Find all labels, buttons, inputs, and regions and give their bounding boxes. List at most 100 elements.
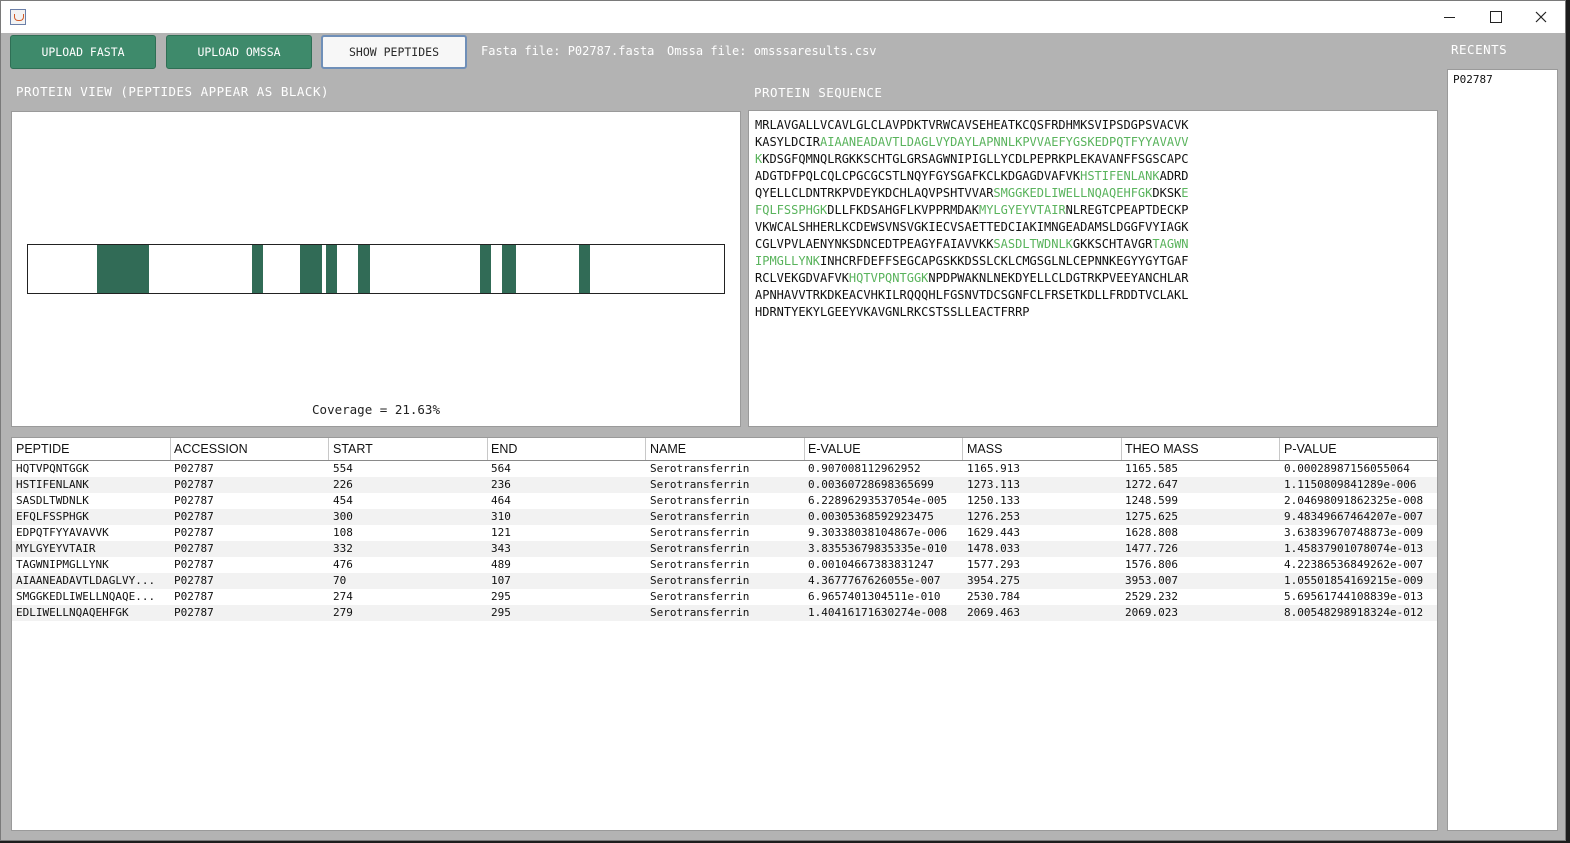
table-cell: P02787 [174,606,214,619]
sequence-fragment: MRLAVGALLVCAVLGLCLAVPDKTVRWCAVSEHEATKCQS… [755,118,1189,132]
table-row[interactable]: MYLGYEYVTAIR P02787 332 343 Serotransferrin 3… [12,541,1437,557]
sequence-fragment: ADGTDFPQLCQLCPGCGCSTLNQYFGYSGAFKCLKDGAGD… [755,169,1081,183]
table-cell: Serotransferrin [650,542,750,555]
table-cell: 2069.463 [967,606,1020,619]
table-cell: 1250.133 [967,494,1020,507]
table-cell: 2.04698091862325e-008 [1284,494,1424,507]
table-cell: 1272.647 [1125,478,1178,491]
table-cell: TAGWNIPMGLLYNK [16,558,109,571]
table-row[interactable]: AIAANEADAVTLDAGLVY... P02787 70 107 Serotran… [12,573,1437,589]
table-cell: 1576.806 [1125,558,1178,571]
sequence-fragment: NLREGTCPEAPTDECKP [1065,203,1189,217]
table-row[interactable]: SASDLTWDNLK P02787 454 464 Serotransferrin 6.… [12,493,1437,509]
minimize-button[interactable] [1426,1,1472,33]
table-cell: 1165.585 [1125,462,1178,475]
table-row[interactable]: EDLIWELLNQAQEHFGK P02787 279 295 Serotransfe… [12,605,1437,621]
show-peptides-button[interactable]: SHOW PEPTIDES [321,35,467,69]
coverage-segment [358,245,370,293]
coverage-label: Coverage = 21.63% [312,402,440,417]
table-cell: 464 [491,494,511,507]
close-button[interactable] [1518,1,1564,33]
table-cell: Serotransferrin [650,606,750,619]
upload-omssa-button[interactable]: UPLOAD OMSSA [166,35,312,69]
maximize-button[interactable] [1473,1,1519,33]
table-cell: 295 [491,590,511,603]
table-row[interactable]: HQTVPQNTGGK P02787 554 564 Serotransferrin 0.… [12,461,1437,477]
table-cell: Serotransferrin [650,478,750,491]
coverage-segment [305,245,323,293]
table-cell: 310 [491,510,511,523]
table-row[interactable]: SMGGKEDLIWELLNQAQE... P02787 274 295 Serotra… [12,589,1437,605]
column-header-e-value[interactable]: E-VALUE [804,438,963,460]
table-cell: P02787 [174,494,214,507]
protein-sequence-panel[interactable]: MRLAVGALLVCAVLGLCLAVPDKTVRWCAVSEHEATKCQS… [748,110,1438,427]
table-cell: EDPQTFYYAVAVVK [16,526,109,539]
table-cell: SMGGKEDLIWELLNQAQE... [16,590,156,603]
table-cell: 1273.113 [967,478,1020,491]
table-cell: 554 [333,462,353,475]
table-cell: P02787 [174,478,214,491]
protein-view-panel: Coverage = 21.63% [11,111,741,427]
peptide-table[interactable]: PEPTIDE ACCESSION START END NAME E-VALUE MASS T… [11,437,1439,831]
table-cell: 236 [491,478,511,491]
recent-item[interactable]: P02787 [1453,73,1493,86]
omssa-file-label: Omssa file: omsssaresults.csv [667,44,877,58]
peptide-fragment: SASDLTWDNLK [993,237,1073,251]
table-cell: 476 [333,558,353,571]
table-cell: 2530.784 [967,590,1020,603]
column-header-name[interactable]: NAME [646,438,805,460]
table-cell: 5.69561744108839e-013 [1284,590,1424,603]
coverage-segment [501,245,516,293]
table-row[interactable]: TAGWNIPMGLLYNK P02787 476 489 Serotransferri… [12,557,1437,573]
column-header-mass[interactable]: MASS [963,438,1122,460]
column-header-theo-mass[interactable]: THEO MASS [1121,438,1280,460]
table-cell: 0.00305368592923475 [808,510,934,523]
fasta-file-label: Fasta file: P02787.fasta [481,44,655,58]
table-cell: 489 [491,558,511,571]
table-cell: 0.907008112962952 [808,462,921,475]
table-cell: 279 [333,606,353,619]
table-cell: Serotransferrin [650,510,750,523]
table-cell: 2529.232 [1125,590,1178,603]
column-header-accession[interactable]: ACCESSION [170,438,329,460]
column-header-start[interactable]: START [329,438,488,460]
peptide-fragment: FQLFSSPHGK [755,203,828,217]
column-header-end[interactable]: END [487,438,646,460]
column-header-peptide[interactable]: PEPTIDE [12,438,171,460]
table-row[interactable]: HSTIFENLANK P02787 226 236 Serotransferrin 0.… [12,477,1437,493]
table-cell: 1.1150809841289e-006 [1284,478,1417,491]
table-row[interactable]: EFQLFSSPHGK P02787 300 310 Serotransferrin 0.… [12,509,1437,525]
column-header-p-value[interactable]: P-VALUE [1280,438,1439,460]
upload-fasta-button[interactable]: UPLOAD FASTA [10,35,156,69]
table-cell: P02787 [174,510,214,523]
sequence-fragment: KDSGFQMNQLRGKKSCHTGLGRSAGWNIPIGLLYCDLPEP… [762,152,1189,166]
recents-panel[interactable]: P02787 [1447,69,1558,831]
sequence-fragment: HDRNTYEKYLGEEYVKAVGNLRKCSTSSLLEACTFRRP [755,305,1030,319]
sequence-fragment: DLLFKDSAHGFLKVPPRMDAK [827,203,979,217]
coverage-segment [96,245,135,293]
table-cell: 4.3677767626055e-007 [808,574,941,587]
table-cell: 108 [333,526,353,539]
table-cell: 0.00360728698365699 [808,478,934,491]
sequence-fragment: KASYLDCIR [755,135,821,149]
maximize-icon [1490,11,1502,23]
table-cell: 3.83553679835335e-010 [808,542,948,555]
table-cell: 1248.599 [1125,494,1178,507]
coverage-bar [27,244,725,294]
recents-title: RECENTS [1451,42,1508,57]
table-cell: 0.00028987156055064 [1284,462,1410,475]
close-icon [1535,11,1547,23]
peptide-fragment: MYLGYEYVTAIR [978,203,1066,217]
table-cell: 1577.293 [967,558,1020,571]
coverage-segment [479,245,491,293]
peptide-fragment: HQTVPQNTGGK [848,271,929,285]
java-app-icon [10,9,26,25]
peptide-fragment: AIAANEADAVTLDAGLVYDAYLAPNNLKPVVAEFYGSKED… [820,135,1189,149]
table-cell: MYLGYEYVTAIR [16,542,96,555]
sequence-fragment: ADRD [1159,169,1189,183]
table-row[interactable]: EDPQTFYYAVAVVK P02787 108 121 Serotransferri… [12,525,1437,541]
table-cell: 3953.007 [1125,574,1178,587]
table-cell: 3954.275 [967,574,1020,587]
table-cell: 1628.808 [1125,526,1178,539]
table-cell: 0.00104667383831247 [808,558,934,571]
